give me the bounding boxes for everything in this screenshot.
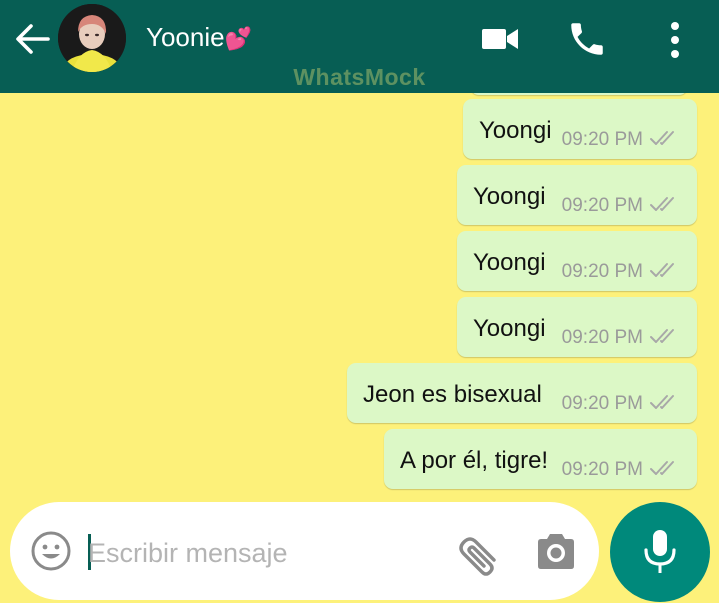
double-tick-icon	[650, 329, 674, 343]
more-vertical-icon[interactable]	[664, 20, 686, 60]
message-text: Yoongi	[473, 249, 546, 276]
message-bubble[interactable]: A por él, tigre! 09:20 PM	[384, 429, 697, 489]
contact-name-text: Yoonie	[146, 22, 225, 52]
message-bubble[interactable]: Yoongi 09:20 PM	[457, 297, 697, 357]
emoji-icon[interactable]	[30, 530, 72, 572]
message-text: A por él, tigre!	[400, 447, 549, 474]
paperclip-icon[interactable]	[454, 530, 504, 576]
contact-name[interactable]: Yoonie💕	[146, 22, 252, 53]
message-time: 09:20 PM	[561, 327, 643, 348]
phone-icon[interactable]	[566, 18, 608, 60]
message-bubble[interactable]: Yoongi 09:20 PM	[457, 165, 697, 225]
microphone-icon	[644, 530, 676, 573]
message-composer	[10, 502, 599, 600]
message-text: Yoongi	[479, 117, 552, 144]
message-bubble[interactable]: Jeon es bisexual 09:20 PM	[347, 363, 697, 423]
double-tick-icon	[650, 263, 674, 277]
contact-avatar[interactable]	[58, 4, 126, 72]
video-camera-icon[interactable]	[480, 24, 520, 54]
heart-emoji: 💕	[224, 26, 252, 51]
double-tick-icon	[650, 395, 674, 409]
message-time: 09:20 PM	[561, 195, 643, 216]
watermark: WhatsMock	[293, 64, 426, 90]
message-input[interactable]	[86, 526, 420, 580]
double-tick-icon	[650, 131, 674, 145]
camera-icon[interactable]	[534, 532, 578, 572]
message-time: 09:20 PM	[561, 459, 643, 480]
message-bubble[interactable]: Yoongi 09:20 PM	[457, 231, 697, 291]
message-time: 09:20 PM	[561, 261, 643, 282]
message-time: 09:20 PM	[561, 393, 643, 414]
avatar-photo	[58, 4, 126, 72]
message-time: 09:20 PM	[561, 129, 643, 150]
message-list[interactable]: Yoongi 09:20 PM Yoongi 09:20 PM Yoongi 0…	[0, 93, 719, 498]
message-text: Yoongi	[473, 183, 546, 210]
previous-bubble-edge	[470, 93, 688, 95]
message-text: Jeon es bisexual	[363, 381, 542, 408]
back-arrow-icon[interactable]	[14, 22, 52, 56]
message-bubble[interactable]: Yoongi 09:20 PM	[463, 99, 697, 159]
double-tick-icon	[650, 197, 674, 211]
double-tick-icon	[650, 461, 674, 475]
microphone-button[interactable]	[610, 502, 710, 602]
message-text: Yoongi	[473, 315, 546, 342]
chat-header: Yoonie💕 WhatsMock	[0, 0, 719, 93]
